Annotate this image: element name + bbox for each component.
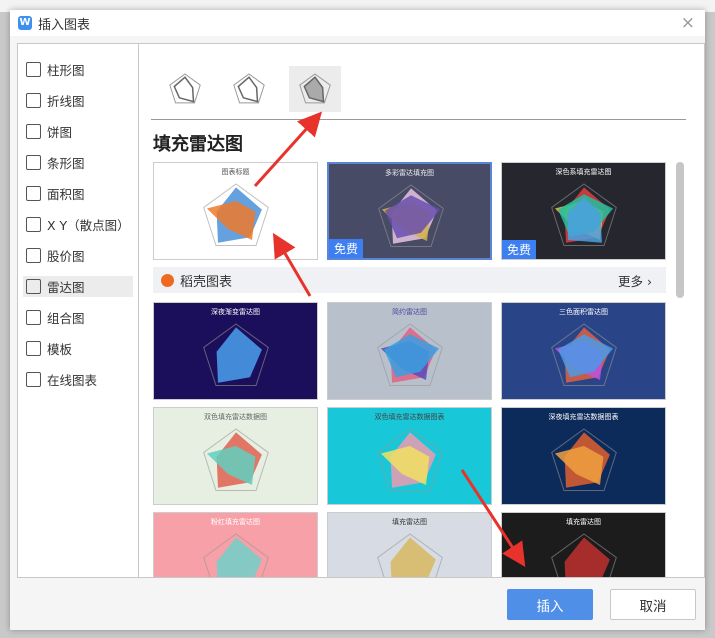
template-title: 深夜填充雷达数据图表 [548, 413, 619, 421]
template-thumbnail[interactable]: 粉红填充雷达图 [153, 512, 318, 577]
sidebar-item[interactable]: 饼图 [23, 121, 133, 142]
template-thumbnail[interactable]: 深夜填充雷达数据图表 [501, 407, 666, 505]
dialog-title: 插入图表 [38, 17, 91, 33]
template-title: 粉红填充雷达图 [211, 518, 260, 526]
radar-preview [203, 323, 269, 386]
chart-type-icon [26, 124, 41, 139]
sidebar-item-label: 饼图 [47, 125, 73, 140]
sidebar-item[interactable]: 折线图 [23, 90, 133, 111]
template-title: 三色面积雷达图 [559, 308, 608, 316]
free-badge: 免费 [502, 240, 537, 259]
chart-type-icon [26, 62, 41, 77]
chart-type-icon [26, 341, 41, 356]
sidebar-item-label: 雷达图 [47, 280, 85, 295]
category-bar: 稻壳图表 更多 › [153, 267, 666, 293]
sidebar-item[interactable]: 条形图 [23, 152, 133, 173]
sidebar-item[interactable]: 组合图 [23, 307, 133, 328]
radar-preview [377, 323, 443, 386]
template-thumbnail[interactable]: 双色填充雷达数据图 [153, 407, 318, 505]
template-thumbnail[interactable]: 填充雷达图 [501, 512, 666, 577]
section-heading: 填充雷达图 [153, 134, 243, 155]
template-thumbnail[interactable]: 双色填充雷达数据图表 [327, 407, 492, 505]
sidebar-item-label: 柱形图 [47, 63, 85, 78]
template-thumbnail[interactable]: 深夜渐变雷达图 [153, 302, 318, 400]
chart-type-icon [26, 186, 41, 201]
sidebar-item[interactable]: 股价图 [23, 245, 133, 266]
more-link[interactable]: 更多 › [618, 271, 652, 290]
radar-type-radar-marker[interactable] [223, 66, 275, 112]
template-title: 简约雷达图 [392, 308, 427, 316]
radar-icon [169, 73, 201, 104]
template-thumbnail[interactable]: 图表标题 [153, 162, 318, 260]
radar-icon [233, 73, 265, 104]
template-title: 填充雷达图 [392, 518, 427, 526]
cancel-button[interactable]: 取消 [610, 589, 696, 620]
chart-panel: 柱形图折线图饼图条形图面积图 X Y（散点图） 股价图雷达图组合图模板在线图表 填充… [17, 43, 705, 578]
sidebar-item-label: 条形图 [47, 156, 85, 171]
sidebar-item[interactable]: 雷达图 [23, 276, 133, 297]
sidebar-item[interactable]: 在线图表 [23, 369, 133, 390]
chart-type-icon [26, 310, 41, 325]
sidebar-item-label: 在线图表 [47, 373, 98, 388]
free-badge: 免费 [329, 239, 364, 258]
docer-logo-icon [161, 273, 174, 287]
template-thumbnail[interactable]: 三色面积雷达图 [501, 302, 666, 400]
radar-type-radar[interactable] [159, 66, 211, 112]
scrollbar[interactable] [676, 162, 684, 298]
chart-content: 填充雷达图 图表标题 多彩雷达填充图 免费 深色系填充雷达图 免费 深夜渐变雷达图 简约雷达… [139, 44, 704, 577]
sidebar-item[interactable]: 面积图 [23, 183, 133, 204]
template-thumbnail[interactable]: 简约雷达图 [327, 302, 492, 400]
radar-preview [203, 183, 269, 246]
radar-type-radar-filled[interactable] [289, 66, 341, 112]
radar-icon [299, 73, 331, 104]
chart-type-icon [26, 93, 41, 108]
chart-type-icon [26, 248, 41, 263]
sidebar-item-label: 面积图 [47, 187, 85, 202]
template-title: 深夜渐变雷达图 [211, 308, 260, 316]
template-title: 图表标题 [221, 168, 250, 176]
divider [151, 119, 686, 120]
radar-preview [203, 428, 269, 491]
template-title: 双色填充雷达数据图表 [374, 413, 445, 421]
template-thumbnail[interactable]: 多彩雷达填充图免费 [327, 162, 492, 260]
sidebar-item[interactable]: 柱形图 [23, 59, 133, 80]
wps-logo-icon: W [18, 16, 32, 30]
template-title: 多彩雷达填充图 [385, 169, 434, 177]
sidebar-item[interactable]: X Y（散点图） [23, 214, 133, 235]
radar-preview [551, 323, 617, 386]
title-bar: W 插入图表 × [10, 10, 705, 36]
chart-type-icon [26, 279, 41, 294]
sidebar-item-label: 股价图 [47, 249, 85, 264]
radar-preview [377, 428, 443, 491]
sidebar-item-label: 折线图 [47, 94, 85, 109]
template-title: 填充雷达图 [566, 518, 601, 526]
template-thumbnail[interactable]: 填充雷达图 [327, 512, 492, 577]
chart-type-icon [26, 155, 41, 170]
template-thumbnail[interactable]: 深色系填充雷达图免费 [501, 162, 666, 260]
sidebar-item-label: 组合图 [47, 311, 85, 326]
chart-type-sidebar: 柱形图折线图饼图条形图面积图 X Y（散点图） 股价图雷达图组合图模板在线图表 [18, 44, 139, 577]
insert-chart-dialog: W 插入图表 × 柱形图折线图饼图条形图面积图 X Y（散点图） 股价图雷达图组合图… [10, 10, 705, 630]
sidebar-item-label: 模板 [47, 342, 73, 357]
radar-preview [551, 428, 617, 491]
sidebar-item-label: X Y（散点图） [47, 218, 130, 233]
close-icon[interactable]: × [681, 13, 695, 33]
sidebar-item[interactable]: 模板 [23, 338, 133, 359]
chart-type-icon [26, 217, 41, 232]
chart-type-icon [26, 372, 41, 387]
insert-button[interactable]: 插入 [507, 589, 593, 620]
category-label: 稻壳图表 [180, 274, 233, 290]
template-title: 深色系填充雷达图 [555, 168, 612, 176]
template-title: 双色填充雷达数据图 [204, 413, 267, 421]
